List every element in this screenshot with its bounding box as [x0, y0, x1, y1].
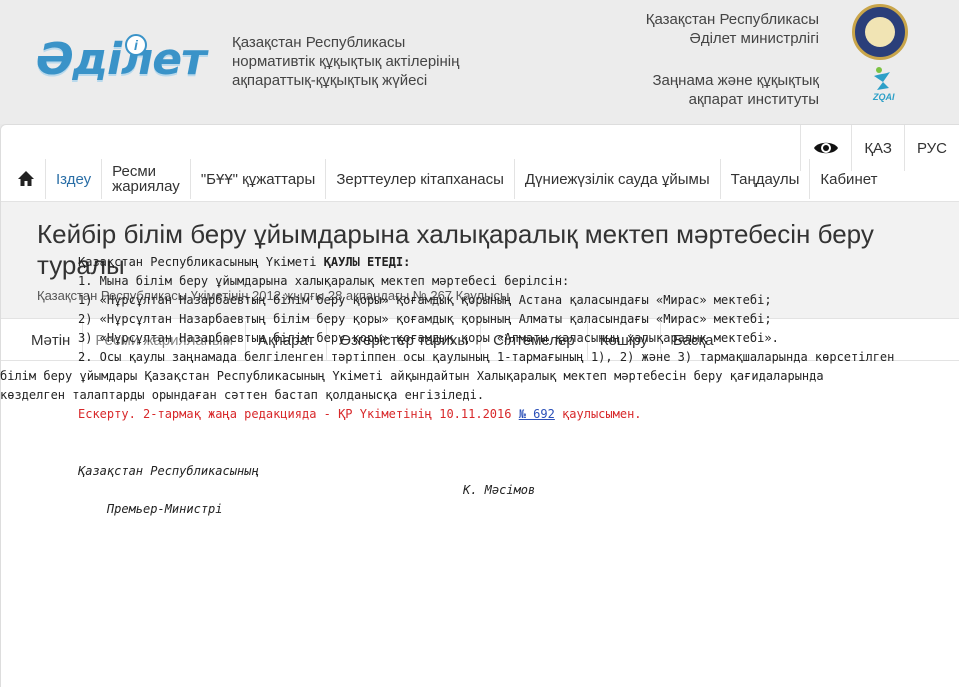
site-header: Әділет i Қазақстан Республикасы норматив… [0, 0, 959, 124]
nav-home[interactable] [1, 159, 46, 199]
nav-un-documents[interactable]: "БҰҰ" құжаттары [191, 159, 327, 199]
signature-org: Қазақстан Республикасының [78, 464, 259, 478]
adilet-logo[interactable]: Әділет i [36, 30, 207, 85]
signature-role: Премьер-Министрі [106, 502, 223, 516]
eye-icon [814, 142, 839, 154]
text-line: көзделген талаптарды орындаған сәттен ба… [0, 388, 485, 402]
site-tagline: Қазақстан Республикасы нормативтік құқық… [232, 33, 459, 90]
note-text: қаулысымен. [554, 407, 642, 421]
text-line: Қазақстан Республикасының Үкіметі ҚАУЛЫ … [78, 253, 918, 272]
note-text: Ескерту. 2-тармақ жаңа редакцияда - ҚР Ү… [78, 407, 519, 421]
signature-name: К. Мәсімов [463, 483, 536, 497]
zqai-figure-icon [874, 67, 890, 90]
nav-search[interactable]: Іздеу [46, 159, 103, 199]
text-line: 3) «Нұрсұлтан Назарбаевтың білім беру қо… [78, 331, 779, 345]
text-line: 2) «Нұрсұлтан Назарбаевтың білім беру қо… [78, 312, 772, 326]
ministry-emblem-icon[interactable] [852, 4, 908, 60]
nav-research-library[interactable]: Зерттеулер кітапханасы [326, 159, 515, 199]
nav-official-publication[interactable]: Ресми жариялау [102, 159, 191, 199]
nav-cabinet[interactable]: Кабинет [810, 159, 887, 199]
emblem-center [865, 17, 895, 47]
logo-text: Әділет [36, 34, 207, 85]
tagline-line: ақпараттық-құқықтық жүйесі [232, 72, 428, 89]
zqai-label: ZQAI [873, 92, 895, 102]
info-icon: i [125, 34, 147, 56]
ministry-line: Әділет министрлігі [689, 30, 819, 47]
zqai-logo[interactable]: ZQAI [863, 66, 903, 108]
institute-name[interactable]: Заңнама және құқықтық ақпарат институты [653, 71, 820, 109]
intro-bold: ҚАУЛЫ ЕТЕДІ: [323, 255, 411, 269]
nav-favorites[interactable]: Таңдаулы [721, 159, 811, 199]
signature-line: Премьер-Министрі К. Мәсімов [78, 481, 918, 516]
amendment-link[interactable]: № 692 [519, 407, 555, 421]
institute-line: Заңнама және құқықтық [652, 72, 820, 89]
text-line: 1. Мына білім беру ұйымдарына халықаралы… [78, 274, 570, 288]
tagline-line: Қазақстан Республикасы [232, 34, 406, 51]
home-icon [18, 171, 34, 186]
nav-label-line: жариялау [112, 178, 180, 195]
nav-label-line: Ресми [112, 163, 157, 180]
text-line: 1) «Нұрсұлтан Назарбаевтың білім беру қо… [78, 293, 772, 307]
text-line: 2. Осы қаулы заңнамада белгіленген тәрті… [78, 350, 895, 364]
document-text: Қазақстан Республикасының Үкіметі ҚАУЛЫ … [0, 253, 918, 516]
lang-rus-button[interactable]: РУС [903, 125, 959, 171]
institute-line: ақпарат институты [688, 91, 819, 108]
tagline-line: нормативтік құқықтық актілерінің [232, 53, 460, 70]
amendment-note: Ескерту. 2-тармақ жаңа редакцияда - ҚР Ү… [78, 405, 918, 424]
ministry-line: Қазақстан Республикасы [645, 11, 819, 28]
top-navigation: Іздеу Ресми жариялау "БҰҰ" құжаттары Зер… [1, 159, 887, 199]
text-line: білім беру ұйымдары Қазақстан Республика… [0, 369, 824, 383]
ministry-name[interactable]: Қазақстан Республикасы Әділет министрліг… [646, 10, 819, 48]
tab-text[interactable]: Мәтін [1, 320, 84, 361]
intro-text: Қазақстан Республикасының Үкіметі [78, 255, 324, 269]
nav-wto[interactable]: Дүниежүзілік сауда ұйымы [515, 159, 721, 199]
